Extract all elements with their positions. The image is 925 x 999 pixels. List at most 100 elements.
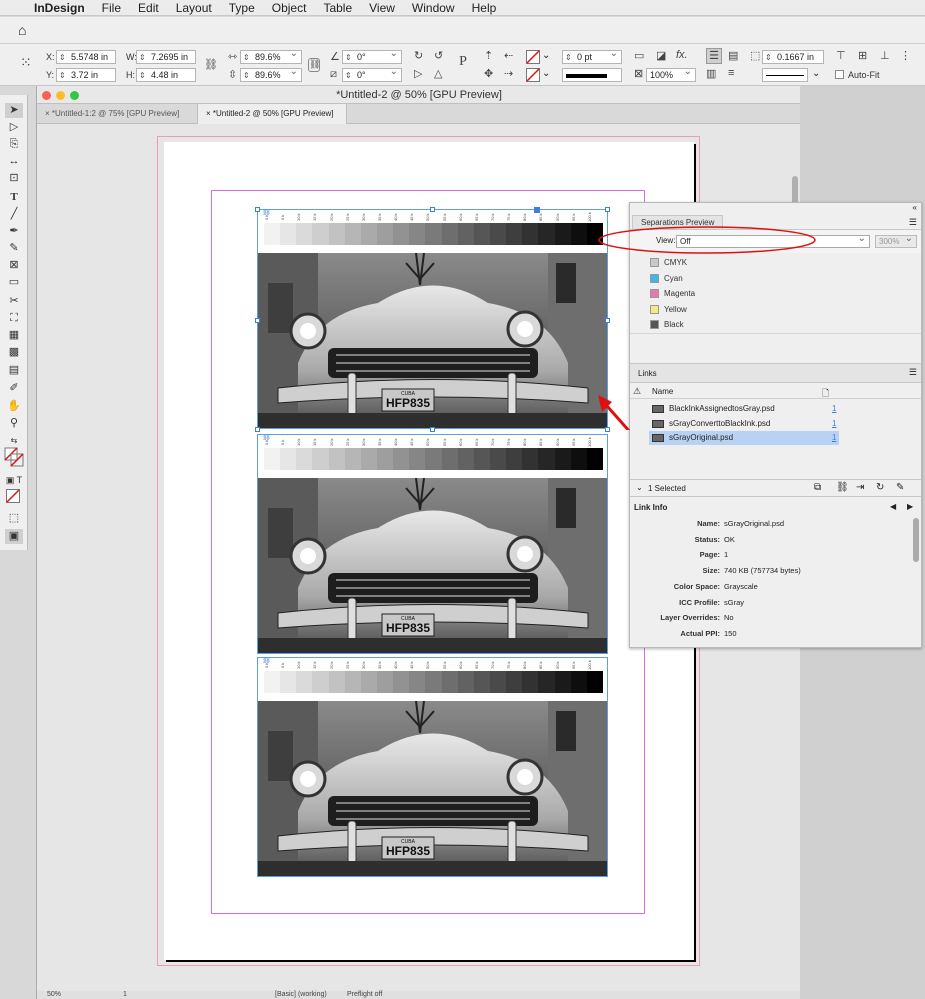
menu-view[interactable]: View [369, 1, 395, 15]
minimize-window-icon[interactable] [56, 91, 65, 100]
relink-icon[interactable]: ⛓ [836, 482, 849, 493]
hand-tool-icon[interactable]: ✋ [5, 399, 23, 414]
pen-tool-icon[interactable]: ✒ [5, 224, 23, 239]
goto-link-icon[interactable]: ⇥ [856, 482, 864, 493]
column-icon[interactable]: ▥ [706, 67, 716, 80]
scale-y-field[interactable]: ⇕ 89.6% [240, 66, 302, 82]
fill-dropdown-icon[interactable]: ⌄ [542, 50, 550, 61]
link-badge-icon[interactable]: ⛓ [262, 658, 271, 664]
flip-h-icon[interactable]: ▷ [414, 67, 422, 80]
menu-help[interactable]: Help [472, 1, 497, 15]
info-scrollbar-thumb[interactable] [913, 518, 919, 562]
menu-layout[interactable]: Layout [176, 1, 212, 15]
menu-edit[interactable]: Edit [138, 1, 159, 15]
selection-handle[interactable] [255, 427, 260, 432]
link-item[interactable]: sGrayOriginal.psd 1 [649, 431, 839, 445]
graphic-frame-1[interactable]: 0 k5 k 10 k 15 k 20 k 25 k 30 k 35 k 40 k 45 k 50… [257, 209, 608, 429]
selection-handle[interactable] [255, 318, 260, 323]
select-container-icon[interactable]: ⇡ [484, 49, 493, 62]
relink-cc-icon[interactable]: ⧉ [814, 482, 821, 493]
note-tool-icon[interactable]: ▤ [5, 363, 23, 378]
links-menu-icon[interactable]: ☰ [909, 367, 917, 378]
constrain-link-icon[interactable]: ⛓ [204, 58, 218, 71]
preflight-status[interactable]: Preflight off [347, 991, 382, 998]
line-tool-icon[interactable]: ╱ [5, 207, 23, 222]
gradient-swatch-tool-icon[interactable]: ▦ [5, 328, 23, 343]
gap-tool-icon[interactable]: ↔ [5, 154, 23, 169]
close-window-icon[interactable] [42, 91, 51, 100]
link-badge-icon[interactable]: ⛓ [262, 435, 271, 441]
align-top-icon[interactable]: ⊤ [836, 49, 846, 62]
width-field[interactable]: ⇕ 7.2695 in [136, 50, 196, 64]
shear-field[interactable]: ⇕ 0° [342, 66, 402, 82]
wrap-stroke-dropdown[interactable] [762, 68, 808, 82]
page-number[interactable]: 1 [123, 991, 127, 998]
menu-object[interactable]: Object [272, 1, 307, 15]
distribute-icon[interactable]: ⋮ [900, 49, 911, 62]
zoom-dropdown[interactable]: 300% [875, 233, 917, 248]
expand-info-icon[interactable]: ⌄ [636, 483, 643, 492]
graphic-frame-3[interactable]: 0 k5 k 10 k 15 k 20 k 25 k 30 k 35 k 40 k 45 k 50… [257, 657, 608, 877]
formatting-affects-container-icon[interactable]: ▣ T [5, 473, 23, 488]
direct-selection-tool-icon[interactable]: ▷ [5, 120, 23, 135]
selection-handle[interactable] [255, 207, 260, 212]
screen-mode-icon[interactable]: ⬚ [5, 511, 23, 526]
height-field[interactable]: ⇕ 4.48 in [136, 68, 196, 82]
selection-handle[interactable] [605, 207, 610, 212]
link-badge-icon[interactable]: ⛓ [262, 210, 271, 216]
text-wrap-icon[interactable]: ☰ [706, 48, 722, 64]
next-link-icon[interactable]: ▶ [907, 502, 913, 511]
stroke-type-dropdown[interactable] [562, 68, 622, 82]
pencil-tool-icon[interactable]: ✎ [5, 241, 23, 256]
gradient-feather-tool-icon[interactable]: ▩ [5, 345, 23, 360]
zoom-tool-icon[interactable]: ⚲ [5, 416, 23, 431]
previous-link-icon[interactable]: ◀ [890, 502, 896, 511]
rotate-field[interactable]: ⇕ 0° [342, 48, 402, 64]
frame-fitting-icon[interactable]: ▭ [634, 49, 644, 62]
select-next-icon[interactable]: ⇢ [504, 67, 513, 80]
scissors-tool-icon[interactable]: ✂ [5, 294, 23, 309]
align-bottom-icon[interactable]: ⊥ [880, 49, 890, 62]
select-content-icon[interactable]: ✥ [484, 67, 493, 80]
menu-table[interactable]: Table [323, 1, 352, 15]
opacity-field[interactable]: 100% [646, 66, 696, 82]
x-field[interactable]: ⇕ 5.5748 in [56, 50, 116, 64]
wrap-stroke-chevron-icon[interactable]: ⌄ [812, 68, 820, 79]
page-tool-icon[interactable]: ⎘ [5, 137, 23, 152]
fill-none-icon[interactable] [526, 50, 540, 64]
zoom-window-icon[interactable] [70, 91, 79, 100]
reference-point-icon[interactable]: ⁙ [20, 54, 32, 71]
rotate-ccw-icon[interactable]: ↺ [434, 49, 443, 62]
rectangle-frame-tool-icon[interactable]: ⊠ [5, 258, 23, 273]
update-link-icon[interactable]: ↻ [876, 482, 884, 493]
tab-untitled-2[interactable]: × *Untitled-2 @ 50% [GPU Preview] [197, 104, 347, 124]
stroke-dropdown-icon[interactable]: ⌄ [542, 68, 550, 79]
graphic-frame-2[interactable]: 0 k5 k 10 k 15 k 20 k 25 k 30 k 35 k 40 k 45 k 50… [257, 434, 608, 654]
link-page[interactable]: 1 [832, 402, 836, 416]
align-center-icon[interactable]: ⊞ [858, 49, 867, 62]
drop-shadow-icon[interactable]: ◪ [656, 49, 666, 62]
separations-menu-icon[interactable]: ☰ [909, 217, 917, 228]
link-page[interactable]: 1 [832, 431, 836, 445]
preflight-profile[interactable]: [Basic] (working) [275, 991, 327, 998]
free-transform-tool-icon[interactable]: ⛶ [5, 311, 23, 326]
preview-mode-icon[interactable]: ▣ [5, 529, 23, 544]
zoom-level[interactable]: 50% [47, 991, 61, 998]
flip-v-icon[interactable]: △ [434, 67, 442, 80]
apply-none-icon[interactable] [6, 489, 20, 503]
rectangle-tool-icon[interactable]: ▭ [5, 275, 23, 290]
rotate-cw-icon[interactable]: ↻ [414, 49, 423, 62]
content-collector-icon[interactable]: ⊡ [5, 171, 23, 186]
edit-original-icon[interactable]: ✎ [896, 482, 904, 493]
app-menu[interactable]: InDesign [34, 1, 85, 15]
menu-type[interactable]: Type [229, 1, 255, 15]
wrap-around-icon[interactable]: ▤ [728, 49, 738, 62]
home-icon[interactable]: ⌂ [18, 22, 26, 38]
tab-untitled-1[interactable]: × *Untitled-1:2 @ 75% [GPU Preview] [37, 104, 195, 124]
content-grabber-handle[interactable] [534, 207, 540, 213]
link-page[interactable]: 1 [832, 417, 836, 431]
scale-x-field[interactable]: ⇕ 89.6% [240, 48, 302, 64]
selection-tool-icon[interactable]: ➤ [5, 103, 23, 118]
inset-field[interactable]: ⇕ 0.1667 in [762, 50, 824, 64]
stroke-weight-field[interactable]: ⇕ 0 pt [562, 48, 622, 64]
